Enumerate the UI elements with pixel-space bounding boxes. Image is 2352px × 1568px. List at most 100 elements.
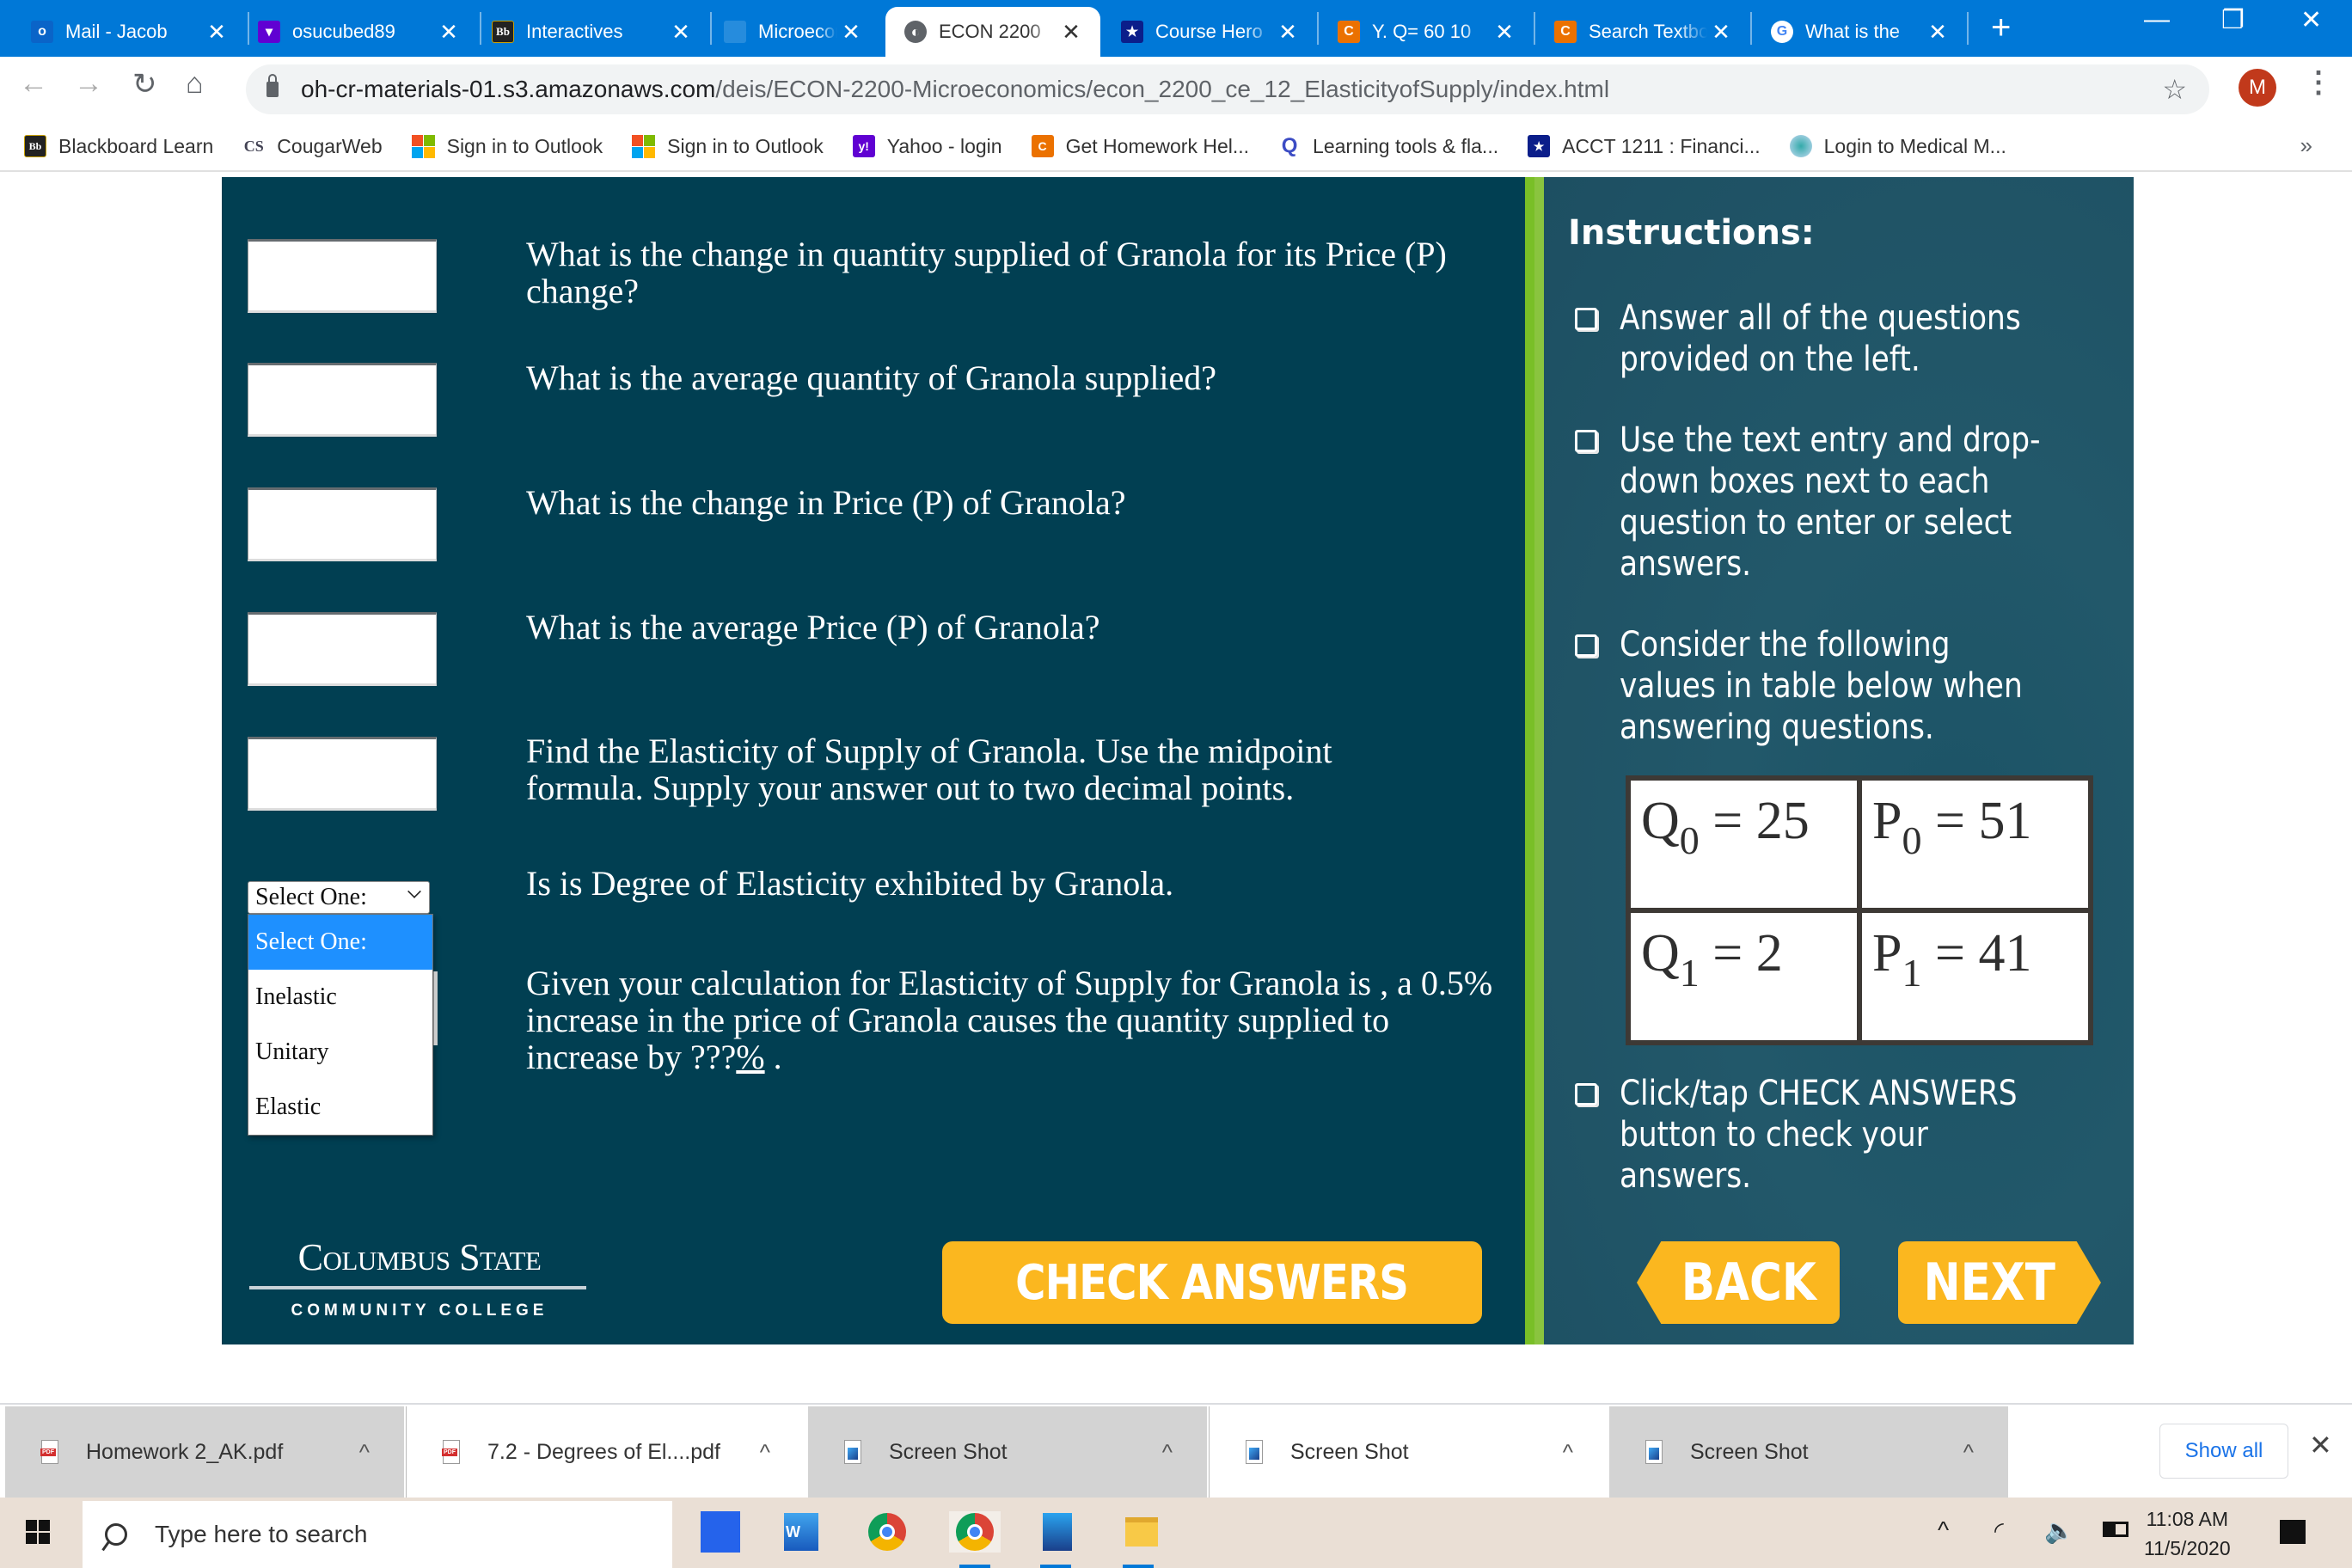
chevron-up-icon[interactable]: ^ — [1563, 1439, 1573, 1466]
download-item[interactable]: 7.2 - Degrees of El....pdf ^ — [406, 1406, 805, 1498]
close-tab-icon[interactable]: ✕ — [1707, 19, 1735, 46]
chevron-up-icon[interactable]: ^ — [760, 1439, 770, 1466]
bookmarks-overflow-button[interactable]: » — [2300, 132, 2312, 159]
checkbox-icon — [1575, 308, 1597, 330]
new-tab-button[interactable]: + — [1991, 9, 2011, 46]
check-answers-button[interactable]: CHECK ANSWERS — [942, 1241, 1482, 1324]
show-all-downloads-button[interactable]: Show all — [2159, 1424, 2288, 1479]
notification-center-icon[interactable] — [2280, 1520, 2306, 1544]
question-quantity-change: What is the change in quantity supplied … — [526, 235, 1447, 310]
google-icon: G — [1771, 21, 1793, 43]
taskbar-search-box[interactable]: Type here to search — [83, 1501, 672, 1568]
close-tab-icon[interactable]: ✕ — [837, 19, 865, 46]
chevron-up-icon[interactable]: ^ — [359, 1439, 370, 1466]
elasticity-degree-select[interactable]: Select One: — [248, 881, 430, 914]
answer-input-price-change[interactable] — [248, 487, 437, 561]
dropdown-scrollbar[interactable] — [433, 971, 438, 1045]
close-shelf-icon[interactable]: ✕ — [2309, 1429, 2332, 1461]
restore-button[interactable]: ❐ — [2221, 5, 2245, 35]
var: Q — [1641, 792, 1680, 850]
chevron-up-icon[interactable]: ^ — [1963, 1439, 1974, 1466]
instructions-title: Instructions: — [1568, 213, 1815, 253]
option-unitary[interactable]: Unitary — [248, 1025, 432, 1080]
close-tab-icon[interactable]: ✕ — [1924, 19, 1951, 46]
bookmark-blackboard[interactable]: Bb Blackboard Learn — [24, 135, 213, 158]
profile-avatar[interactable]: M — [2239, 69, 2276, 107]
tab-mail[interactable]: o Mail - Jacob ✕ — [0, 7, 246, 57]
value: 25 — [1755, 792, 1810, 850]
download-item[interactable]: Homework 2_AK.pdf ^ — [5, 1406, 404, 1498]
tab-course-hero[interactable]: ★ Course Hero ✕ — [1102, 7, 1317, 57]
close-tab-icon[interactable]: ✕ — [667, 19, 695, 46]
tab-chegg-question[interactable]: C Y. Q= 60 10 ✕ — [1319, 7, 1534, 57]
question-percent-change: Given your calculation for Elasticity of… — [526, 965, 1498, 1075]
word-app-icon[interactable]: W — [781, 1511, 822, 1553]
home-icon[interactable]: ⌂ — [186, 67, 204, 101]
chrome-icon[interactable] — [867, 1511, 908, 1553]
wifi-icon[interactable]: ◜ — [1994, 1516, 2004, 1545]
answer-input-quantity-change[interactable] — [248, 239, 437, 313]
windows-start-icon[interactable] — [26, 1520, 50, 1544]
option-select-one[interactable]: Select One: — [248, 915, 432, 970]
values-table: Q0 = 25 P0 = 51 Q1 = 2 P1 = 41 — [1626, 775, 2093, 1045]
tab-title: Interactives — [526, 21, 623, 42]
tab-search-textbook[interactable]: C Search Textbook ✕ — [1535, 7, 1750, 57]
close-tab-icon[interactable]: ✕ — [1491, 19, 1518, 46]
bookmark-star-icon[interactable]: ☆ — [2162, 73, 2187, 106]
bookmark-quizlet[interactable]: Q Learning tools & fla... — [1278, 134, 1498, 158]
bookmark-cougarweb[interactable]: CS CougarWeb — [242, 134, 383, 158]
bookmark-yahoo[interactable]: y! Yahoo - login — [852, 135, 1002, 158]
answer-input-average-quantity[interactable] — [248, 363, 437, 437]
bookmark-medical[interactable]: Login to Medical M... — [1789, 134, 2006, 158]
chevron-up-icon[interactable]: ^ — [1162, 1439, 1173, 1466]
answer-input-elasticity[interactable] — [248, 737, 437, 811]
bookmark-outlook-1[interactable]: Sign in to Outlook — [411, 134, 603, 158]
bookmark-chegg[interactable]: C Get Homework Hel... — [1031, 135, 1249, 158]
download-item[interactable]: Screen Shot ^ — [808, 1406, 1207, 1498]
download-item[interactable]: Screen Shot ^ — [1209, 1406, 1608, 1498]
address-bar[interactable]: oh-cr-materials-01.s3.amazonaws.com/deis… — [246, 64, 2209, 114]
answer-input-average-price[interactable] — [248, 612, 437, 686]
bookmark-label: Login to Medical M... — [1823, 134, 2006, 157]
chegg-icon: C — [1554, 21, 1577, 43]
checkbox-icon — [1575, 430, 1597, 452]
system-clock[interactable]: 11:08 AM 11/5/2020 — [2144, 1504, 2231, 1563]
chrome-active-icon[interactable] — [949, 1511, 1001, 1553]
bookmark-outlook-2[interactable]: Sign in to Outlook — [632, 134, 824, 158]
file-explorer-icon[interactable] — [1121, 1511, 1162, 1553]
tab-econ-2200[interactable]: ◐ ECON 2200 ✕ — [885, 7, 1100, 57]
tab-google-search[interactable]: G What is the ✕ — [1752, 7, 1967, 57]
menu-kebab-icon[interactable]: ⋮ — [2304, 65, 2333, 100]
volume-icon[interactable]: 🔈 — [2044, 1516, 2074, 1545]
battery-icon[interactable] — [2103, 1516, 2128, 1537]
download-item[interactable]: Screen Shot ^ — [1609, 1406, 2008, 1498]
chegg-icon: C — [1338, 21, 1360, 43]
browser-tab-strip: o Mail - Jacob ✕ ▾ osucubed89 ✕ Bb Inter… — [0, 0, 2352, 57]
tray-overflow-icon[interactable]: ^ — [1938, 1516, 1949, 1544]
close-window-button[interactable]: ✕ — [2300, 5, 2322, 35]
photos-app-icon[interactable] — [1037, 1511, 1078, 1553]
option-inelastic[interactable]: Inelastic — [248, 970, 432, 1025]
close-tab-icon[interactable]: ✕ — [203, 19, 230, 46]
cougarweb-icon: CS — [242, 135, 266, 157]
scanner-app-icon[interactable] — [700, 1511, 741, 1553]
forward-arrow-icon[interactable]: → — [74, 67, 103, 101]
back-button[interactable]: BACK — [1637, 1241, 1840, 1324]
tab-osucubed[interactable]: ▾ osucubed89 ✕ — [249, 7, 478, 57]
close-tab-icon[interactable]: ✕ — [1274, 19, 1302, 46]
back-arrow-icon[interactable]: ← — [19, 67, 48, 101]
tab-microeconomics[interactable]: Microeconomics ✕ — [712, 7, 880, 57]
bookmark-acct-1211[interactable]: ★ ACCT 1211 : Financi... — [1528, 135, 1761, 158]
bookmark-label: ACCT 1211 : Financi... — [1562, 134, 1761, 157]
option-elastic[interactable]: Elastic — [248, 1080, 432, 1135]
tab-interactives[interactable]: Bb Interactives ✕ — [481, 7, 710, 57]
value-p1: P1 = 41 — [1862, 913, 2088, 1040]
minimize-button[interactable]: — — [2144, 5, 2170, 34]
downloads-shelf: Homework 2_AK.pdf ^ 7.2 - Degrees of El.… — [0, 1403, 2352, 1498]
close-tab-icon[interactable]: ✕ — [435, 19, 462, 46]
next-button[interactable]: NEXT — [1898, 1241, 2101, 1324]
reload-icon[interactable]: ↻ — [132, 67, 157, 101]
close-tab-icon[interactable]: ✕ — [1057, 19, 1085, 46]
bookmark-label: CougarWeb — [277, 134, 383, 157]
tab-title: Search Textbook — [1589, 21, 1707, 42]
